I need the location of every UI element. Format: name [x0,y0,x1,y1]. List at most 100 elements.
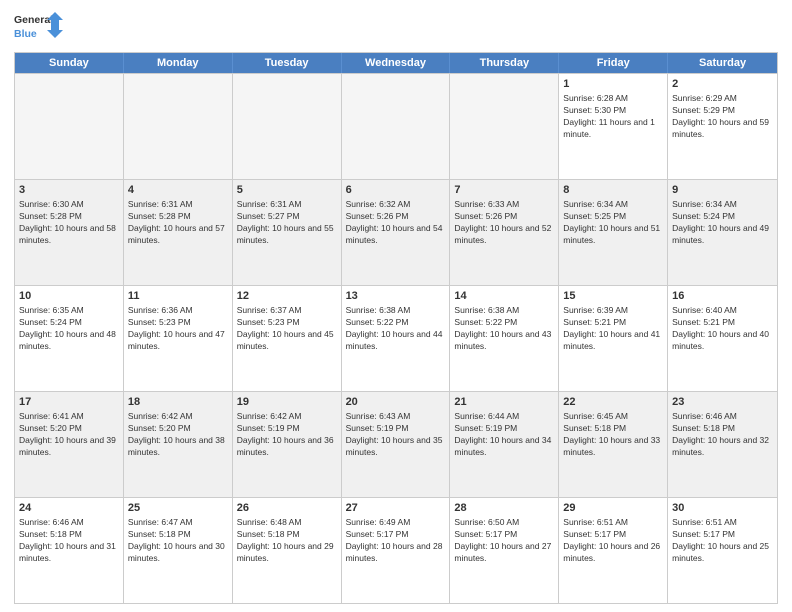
day-number: 29 [563,501,663,516]
header: General Blue [14,10,778,46]
day-number: 30 [672,501,773,516]
calendar-cell [124,74,233,179]
cell-info: Sunrise: 6:35 AMSunset: 5:24 PMDaylight:… [19,305,119,353]
calendar-row-2: 10Sunrise: 6:35 AMSunset: 5:24 PMDayligh… [15,285,777,391]
day-number: 4 [128,183,228,198]
day-number: 13 [346,289,446,304]
calendar-cell: 5Sunrise: 6:31 AMSunset: 5:27 PMDaylight… [233,180,342,285]
cell-info: Sunrise: 6:34 AMSunset: 5:24 PMDaylight:… [672,199,773,247]
day-number: 15 [563,289,663,304]
calendar-cell: 17Sunrise: 6:41 AMSunset: 5:20 PMDayligh… [15,392,124,497]
calendar-cell: 10Sunrise: 6:35 AMSunset: 5:24 PMDayligh… [15,286,124,391]
calendar-cell: 26Sunrise: 6:48 AMSunset: 5:18 PMDayligh… [233,498,342,603]
calendar-cell: 11Sunrise: 6:36 AMSunset: 5:23 PMDayligh… [124,286,233,391]
calendar-cell: 27Sunrise: 6:49 AMSunset: 5:17 PMDayligh… [342,498,451,603]
calendar-cell: 19Sunrise: 6:42 AMSunset: 5:19 PMDayligh… [233,392,342,497]
cell-info: Sunrise: 6:40 AMSunset: 5:21 PMDaylight:… [672,305,773,353]
calendar-row-4: 24Sunrise: 6:46 AMSunset: 5:18 PMDayligh… [15,497,777,603]
calendar-cell: 2Sunrise: 6:29 AMSunset: 5:29 PMDaylight… [668,74,777,179]
calendar-cell: 29Sunrise: 6:51 AMSunset: 5:17 PMDayligh… [559,498,668,603]
weekday-header-sunday: Sunday [15,53,124,73]
cell-info: Sunrise: 6:43 AMSunset: 5:19 PMDaylight:… [346,411,446,459]
cell-info: Sunrise: 6:51 AMSunset: 5:17 PMDaylight:… [672,517,773,565]
calendar-cell: 8Sunrise: 6:34 AMSunset: 5:25 PMDaylight… [559,180,668,285]
calendar-row-3: 17Sunrise: 6:41 AMSunset: 5:20 PMDayligh… [15,391,777,497]
calendar-cell: 30Sunrise: 6:51 AMSunset: 5:17 PMDayligh… [668,498,777,603]
calendar-cell: 22Sunrise: 6:45 AMSunset: 5:18 PMDayligh… [559,392,668,497]
calendar-row-0: 1Sunrise: 6:28 AMSunset: 5:30 PMDaylight… [15,73,777,179]
calendar-cell: 7Sunrise: 6:33 AMSunset: 5:26 PMDaylight… [450,180,559,285]
cell-info: Sunrise: 6:47 AMSunset: 5:18 PMDaylight:… [128,517,228,565]
cell-info: Sunrise: 6:46 AMSunset: 5:18 PMDaylight:… [672,411,773,459]
cell-info: Sunrise: 6:41 AMSunset: 5:20 PMDaylight:… [19,411,119,459]
calendar-cell: 1Sunrise: 6:28 AMSunset: 5:30 PMDaylight… [559,74,668,179]
calendar-header: SundayMondayTuesdayWednesdayThursdayFrid… [15,53,777,73]
day-number: 25 [128,501,228,516]
calendar-cell: 18Sunrise: 6:42 AMSunset: 5:20 PMDayligh… [124,392,233,497]
day-number: 2 [672,77,773,92]
calendar-cell: 20Sunrise: 6:43 AMSunset: 5:19 PMDayligh… [342,392,451,497]
calendar-cell: 23Sunrise: 6:46 AMSunset: 5:18 PMDayligh… [668,392,777,497]
weekday-header-wednesday: Wednesday [342,53,451,73]
cell-info: Sunrise: 6:42 AMSunset: 5:19 PMDaylight:… [237,411,337,459]
calendar-cell: 13Sunrise: 6:38 AMSunset: 5:22 PMDayligh… [342,286,451,391]
cell-info: Sunrise: 6:32 AMSunset: 5:26 PMDaylight:… [346,199,446,247]
day-number: 19 [237,395,337,410]
calendar-row-1: 3Sunrise: 6:30 AMSunset: 5:28 PMDaylight… [15,179,777,285]
cell-info: Sunrise: 6:38 AMSunset: 5:22 PMDaylight:… [346,305,446,353]
cell-info: Sunrise: 6:30 AMSunset: 5:28 PMDaylight:… [19,199,119,247]
svg-text:Blue: Blue [14,28,37,40]
day-number: 12 [237,289,337,304]
calendar-cell [15,74,124,179]
day-number: 24 [19,501,119,516]
day-number: 26 [237,501,337,516]
cell-info: Sunrise: 6:37 AMSunset: 5:23 PMDaylight:… [237,305,337,353]
cell-info: Sunrise: 6:33 AMSunset: 5:26 PMDaylight:… [454,199,554,247]
calendar-cell: 3Sunrise: 6:30 AMSunset: 5:28 PMDaylight… [15,180,124,285]
day-number: 10 [19,289,119,304]
cell-info: Sunrise: 6:49 AMSunset: 5:17 PMDaylight:… [346,517,446,565]
cell-info: Sunrise: 6:36 AMSunset: 5:23 PMDaylight:… [128,305,228,353]
day-number: 8 [563,183,663,198]
day-number: 23 [672,395,773,410]
day-number: 20 [346,395,446,410]
day-number: 17 [19,395,119,410]
logo-svg: General Blue [14,10,64,46]
page: General Blue SundayMondayTuesdayWednesda… [0,0,792,612]
day-number: 16 [672,289,773,304]
cell-info: Sunrise: 6:51 AMSunset: 5:17 PMDaylight:… [563,517,663,565]
calendar-cell: 15Sunrise: 6:39 AMSunset: 5:21 PMDayligh… [559,286,668,391]
cell-info: Sunrise: 6:28 AMSunset: 5:30 PMDaylight:… [563,93,663,141]
cell-info: Sunrise: 6:45 AMSunset: 5:18 PMDaylight:… [563,411,663,459]
cell-info: Sunrise: 6:29 AMSunset: 5:29 PMDaylight:… [672,93,773,141]
day-number: 6 [346,183,446,198]
day-number: 3 [19,183,119,198]
weekday-header-monday: Monday [124,53,233,73]
weekday-header-thursday: Thursday [450,53,559,73]
cell-info: Sunrise: 6:48 AMSunset: 5:18 PMDaylight:… [237,517,337,565]
calendar-cell: 16Sunrise: 6:40 AMSunset: 5:21 PMDayligh… [668,286,777,391]
day-number: 9 [672,183,773,198]
calendar-cell: 6Sunrise: 6:32 AMSunset: 5:26 PMDaylight… [342,180,451,285]
calendar-body: 1Sunrise: 6:28 AMSunset: 5:30 PMDaylight… [15,73,777,603]
calendar-cell [342,74,451,179]
calendar-cell: 14Sunrise: 6:38 AMSunset: 5:22 PMDayligh… [450,286,559,391]
calendar: SundayMondayTuesdayWednesdayThursdayFrid… [14,52,778,604]
calendar-cell [233,74,342,179]
cell-info: Sunrise: 6:39 AMSunset: 5:21 PMDaylight:… [563,305,663,353]
calendar-cell: 12Sunrise: 6:37 AMSunset: 5:23 PMDayligh… [233,286,342,391]
day-number: 7 [454,183,554,198]
weekday-header-saturday: Saturday [668,53,777,73]
day-number: 14 [454,289,554,304]
day-number: 1 [563,77,663,92]
cell-info: Sunrise: 6:50 AMSunset: 5:17 PMDaylight:… [454,517,554,565]
cell-info: Sunrise: 6:31 AMSunset: 5:27 PMDaylight:… [237,199,337,247]
cell-info: Sunrise: 6:34 AMSunset: 5:25 PMDaylight:… [563,199,663,247]
cell-info: Sunrise: 6:46 AMSunset: 5:18 PMDaylight:… [19,517,119,565]
calendar-cell: 21Sunrise: 6:44 AMSunset: 5:19 PMDayligh… [450,392,559,497]
cell-info: Sunrise: 6:42 AMSunset: 5:20 PMDaylight:… [128,411,228,459]
calendar-cell: 28Sunrise: 6:50 AMSunset: 5:17 PMDayligh… [450,498,559,603]
calendar-cell: 4Sunrise: 6:31 AMSunset: 5:28 PMDaylight… [124,180,233,285]
cell-info: Sunrise: 6:31 AMSunset: 5:28 PMDaylight:… [128,199,228,247]
day-number: 5 [237,183,337,198]
